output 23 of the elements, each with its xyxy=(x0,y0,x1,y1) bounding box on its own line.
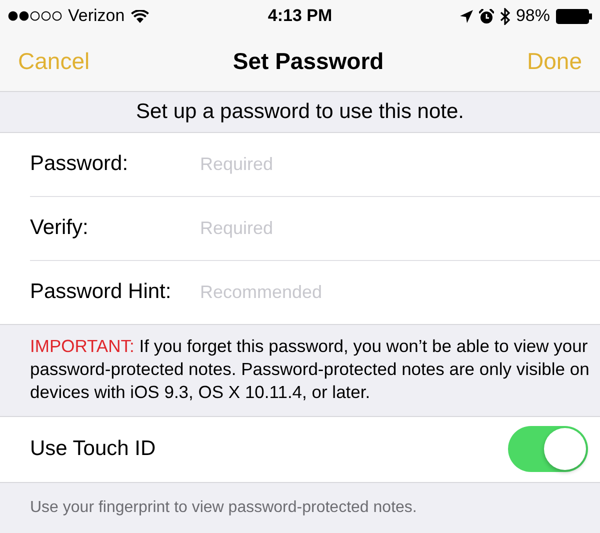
wifi-icon xyxy=(130,10,149,22)
touch-id-switch[interactable] xyxy=(508,426,588,472)
warning-text: IMPORTANT: If you forget this password, you won’t be able to view your password-protected notes. Password-protected notes are only visible on devices with iOS 9.3, OS X 10.11.4, or later. xyxy=(29,334,590,404)
status-time: 4:13 PM xyxy=(268,6,332,26)
bluetooth-icon xyxy=(500,8,510,24)
field-label: Password: xyxy=(30,152,130,176)
touch-id-label: Use Touch ID xyxy=(30,437,157,462)
password-field[interactable]: Recommended xyxy=(200,282,580,303)
cancel-button[interactable]: Cancel xyxy=(18,48,90,75)
field-label: Password Hint: xyxy=(30,280,172,304)
password-field[interactable]: Required xyxy=(200,154,580,175)
carrier-name: Verizon xyxy=(68,6,125,26)
alarm-clock-icon xyxy=(478,8,494,24)
password-field[interactable]: Required xyxy=(200,218,580,239)
screen-title: Set Password xyxy=(232,48,384,75)
location-arrow-icon xyxy=(460,10,473,22)
footer-note: Use your fingerprint to view password-protected notes. xyxy=(29,498,418,518)
battery-icon xyxy=(556,8,592,24)
done-button[interactable]: Done xyxy=(527,48,582,75)
field-label: Verify: xyxy=(30,216,90,240)
signal-icon xyxy=(8,11,62,21)
instruction-text: Set up a password to use this note. xyxy=(134,98,466,125)
battery-percentage: 98% xyxy=(516,6,550,26)
